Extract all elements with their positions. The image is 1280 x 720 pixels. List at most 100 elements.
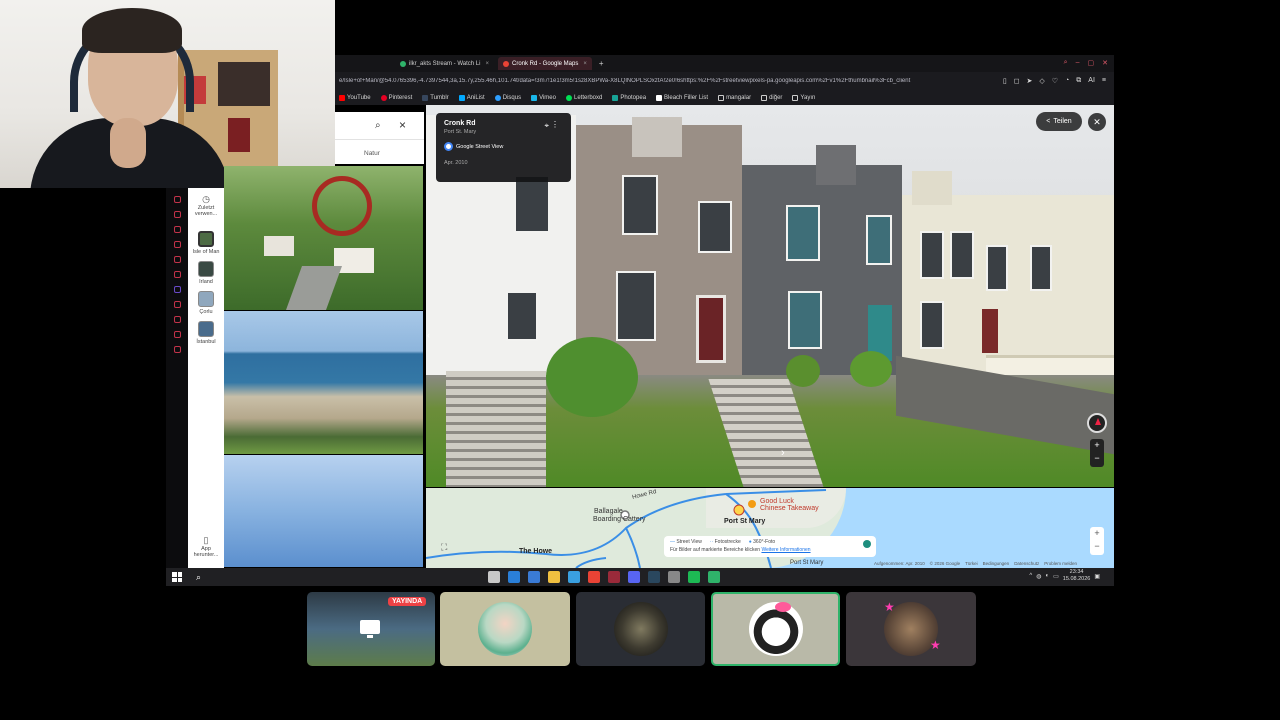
- windows-start-icon[interactable]: [172, 572, 182, 582]
- side-item-recent[interactable]: ◷ Zuletzt verwen...: [188, 188, 224, 217]
- participant-tile-speaking[interactable]: [711, 592, 840, 666]
- place-photo-sky[interactable]: [224, 455, 423, 567]
- more-info-link[interactable]: Weitere Informationen: [761, 547, 810, 553]
- extensions-icon[interactable]: ⧉: [1076, 77, 1081, 85]
- tab-google-maps[interactable]: Cronk Rd - Google Maps ×: [497, 57, 592, 70]
- bookmark-disqus[interactable]: Disqus: [494, 94, 521, 101]
- participant-tile[interactable]: [576, 592, 705, 666]
- send-icon[interactable]: ➤: [1027, 77, 1033, 85]
- taskbar-app-icon[interactable]: [668, 571, 680, 583]
- url-text[interactable]: e/Isle+of+Man/@54.0765396,-4.7397544,3a,…: [339, 78, 1003, 84]
- footer-region[interactable]: Türkei: [965, 561, 978, 566]
- layer-toggle[interactable]: [863, 540, 871, 548]
- zoom-out-icon[interactable]: −: [1090, 540, 1104, 553]
- side-item-irland[interactable]: Irland: [188, 255, 224, 285]
- category-natur[interactable]: Natur: [364, 150, 380, 157]
- footer-terms-link[interactable]: Bedingungen: [983, 561, 1010, 566]
- close-tab-icon[interactable]: ×: [583, 61, 587, 67]
- footer-report-link[interactable]: Problem melden: [1044, 561, 1077, 566]
- bookmark-folder-yayin[interactable]: Yayın: [792, 94, 815, 101]
- sidebar-icon-6[interactable]: [173, 271, 181, 278]
- side-item-app-download[interactable]: ▯ App herunter...: [188, 529, 224, 558]
- close-icon[interactable]: ×: [399, 118, 406, 132]
- search-icon[interactable]: ⌕: [196, 572, 201, 583]
- chevron-up-icon[interactable]: ^: [1029, 573, 1032, 579]
- ai-button[interactable]: AI: [1088, 77, 1095, 85]
- maximize-icon[interactable]: ▢: [1088, 59, 1095, 67]
- capture-date[interactable]: Apr. 2010: [444, 160, 563, 166]
- search-icon[interactable]: ⌕: [1064, 59, 1068, 67]
- taskbar-app-icon[interactable]: [548, 571, 560, 583]
- sidebar-icon-10[interactable]: [173, 331, 181, 338]
- place-photo-beach[interactable]: [224, 311, 423, 454]
- footer-privacy-link[interactable]: Datenschutz: [1014, 561, 1039, 566]
- taskbar-app-icon[interactable]: [708, 571, 720, 583]
- taskbar-app-icon[interactable]: [688, 571, 700, 583]
- close-street-view-button[interactable]: ✕: [1088, 113, 1106, 131]
- bookmark-icon[interactable]: ▯: [1003, 77, 1007, 85]
- navigate-forward-arrow-icon[interactable]: ›: [781, 447, 785, 459]
- side-item-istanbul[interactable]: İstanbul: [188, 315, 224, 345]
- share-label: Teilen: [1053, 118, 1072, 125]
- sidebar-icon-11[interactable]: [173, 346, 181, 353]
- anilist-icon: [458, 94, 465, 101]
- bookmark-vimeo[interactable]: Vimeo: [531, 94, 556, 101]
- taskbar-app-icon[interactable]: [628, 571, 640, 583]
- more-options-icon[interactable]: ⋮: [551, 120, 559, 129]
- volume-icon[interactable]: ◐: [1046, 573, 1050, 579]
- search-icon[interactable]: ⌕: [375, 120, 381, 131]
- sidebar-icon-7[interactable]: [173, 286, 181, 293]
- sidebar-icon-1[interactable]: [173, 196, 181, 203]
- sidebar-icon-2[interactable]: [173, 211, 181, 218]
- bookmark-pinterest[interactable]: Pinterest: [380, 94, 412, 101]
- menu-icon[interactable]: ≡: [1102, 77, 1106, 85]
- taskbar-app-icon[interactable]: [648, 571, 660, 583]
- collapse-panel-arrow-icon[interactable]: ‹: [427, 330, 430, 340]
- side-item-corlu[interactable]: Çorlu: [188, 285, 224, 315]
- taskbar-app-icon[interactable]: [528, 571, 540, 583]
- place-photo-laxey-wheel[interactable]: [224, 166, 423, 310]
- bookmark-bleach-filler[interactable]: Bleach Filler List: [656, 94, 708, 101]
- bookmark-photopea[interactable]: Photopea: [612, 94, 646, 101]
- zoom-in-icon[interactable]: +: [1090, 527, 1104, 540]
- screenshot-icon[interactable]: ◻: [1014, 77, 1020, 85]
- sidebar-icon-9[interactable]: [173, 316, 181, 323]
- taskbar-app-icon[interactable]: [568, 571, 580, 583]
- zoom-out-icon[interactable]: −: [1090, 452, 1104, 465]
- taskbar-app-icon[interactable]: [488, 571, 500, 583]
- expand-map-icon[interactable]: ⛶: [441, 542, 447, 553]
- new-tab-button[interactable]: +: [594, 57, 609, 70]
- side-item-isle-of-man[interactable]: Isle of Man: [188, 217, 224, 255]
- bookmark-folder-diger[interactable]: diğer: [761, 94, 782, 101]
- battery-icon[interactable]: ▭: [1053, 573, 1059, 580]
- wallet-icon[interactable]: ◇: [1039, 77, 1044, 85]
- sidebar-icon-8[interactable]: [173, 301, 181, 308]
- bookmark-letterboxd[interactable]: Letterboxd: [565, 94, 602, 101]
- taskbar-app-icon[interactable]: [608, 571, 620, 583]
- minimize-icon[interactable]: –: [1076, 59, 1080, 67]
- close-window-icon[interactable]: ✕: [1102, 59, 1108, 67]
- bookmark-anilist[interactable]: AniList: [458, 94, 485, 101]
- tab-stream[interactable]: ilkr_akts Stream - Watch Li ×: [395, 57, 494, 70]
- share-button[interactable]: < Teilen: [1036, 112, 1082, 131]
- participant-tile[interactable]: ★ ★: [846, 592, 976, 666]
- address-bar[interactable]: e/Isle+of+Man/@54.0765396,-4.7397544,3a,…: [335, 72, 1114, 90]
- location-pin-icon[interactable]: ⌖: [544, 121, 549, 131]
- notifications-icon[interactable]: ▣: [1094, 573, 1100, 580]
- history-icon[interactable]: ◔: [1065, 77, 1069, 85]
- close-tab-icon[interactable]: ×: [485, 61, 489, 67]
- taskbar-app-icon[interactable]: [588, 571, 600, 583]
- network-icon[interactable]: ◍: [1036, 573, 1041, 580]
- compass-icon[interactable]: [1087, 413, 1107, 433]
- clock[interactable]: 23:34 15.08.2026: [1063, 569, 1091, 583]
- bookmark-youtube[interactable]: YouTube: [339, 94, 371, 101]
- sidebar-icon-4[interactable]: [173, 241, 181, 248]
- bookmark-tumblr[interactable]: Tumblr: [422, 94, 449, 101]
- participant-tile[interactable]: [440, 592, 570, 666]
- heart-icon[interactable]: ♡: [1052, 77, 1058, 85]
- zoom-in-icon[interactable]: +: [1090, 439, 1104, 452]
- sidebar-icon-3[interactable]: [173, 226, 181, 233]
- sidebar-icon-5[interactable]: [173, 256, 181, 263]
- taskbar-app-icon[interactable]: [508, 571, 520, 583]
- bookmark-folder-mangalar[interactable]: mangalar: [718, 94, 751, 101]
